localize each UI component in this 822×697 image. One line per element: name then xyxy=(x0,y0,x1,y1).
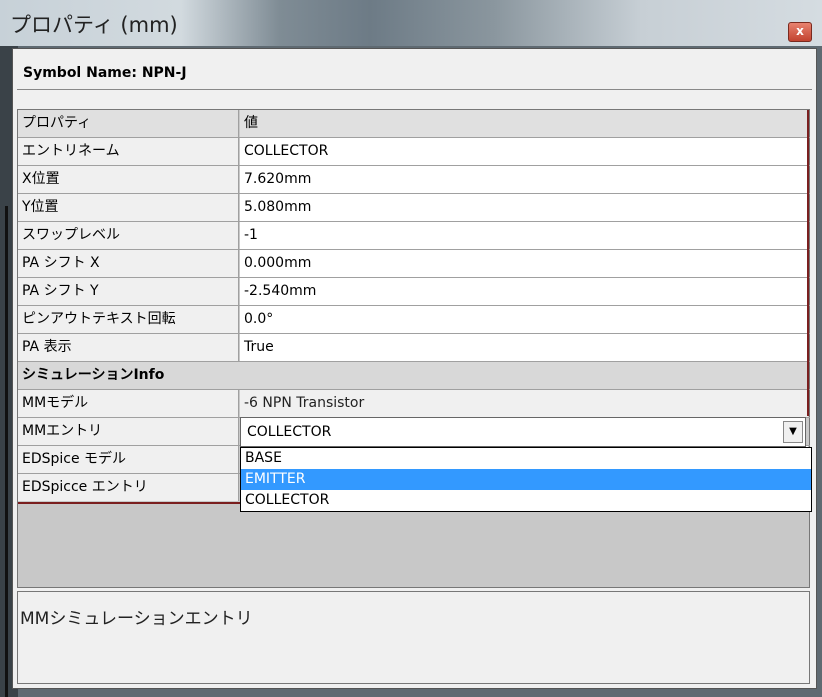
symbol-name-label: Symbol Name: NPN-J xyxy=(23,65,187,81)
property-value[interactable]: -1 xyxy=(240,222,808,249)
property-row-pa-shift-x[interactable]: PA シフト X 0.000mm xyxy=(18,250,810,278)
property-name: EDSpice モデル xyxy=(18,446,239,473)
property-name: ピンアウトテキスト回転 xyxy=(18,306,239,333)
property-name: MMモデル xyxy=(18,390,239,417)
property-row-pinout-rotation[interactable]: ピンアウトテキスト回転 0.0° xyxy=(18,306,810,334)
property-name: PA シフト X xyxy=(18,250,239,277)
property-grid: プロパティ 値 エントリネーム COLLECTOR X位置 7.620mm Y位… xyxy=(17,109,812,588)
description-text: MMシミュレーションエントリ xyxy=(20,609,253,629)
property-value[interactable]: 5.080mm xyxy=(240,194,808,221)
chevron-down-icon: ▼ xyxy=(789,426,797,437)
grid-bottom-border xyxy=(18,502,240,504)
properties-panel: Symbol Name: NPN-J プロパティ 値 エントリネーム COLLE… xyxy=(12,48,817,689)
section-label: シミュレーションInfo xyxy=(18,362,808,389)
combobox-dropdown-button[interactable]: ▼ xyxy=(783,421,803,443)
header-property: プロパティ xyxy=(18,110,239,137)
grid-header: プロパティ 値 xyxy=(18,110,810,138)
property-value[interactable]: -6 NPN Transistor xyxy=(240,390,808,417)
section-simulation-info: シミュレーションInfo xyxy=(18,362,810,390)
property-row-pa-display[interactable]: PA 表示 True xyxy=(18,334,810,362)
dropdown-option-emitter[interactable]: EMITTER xyxy=(241,469,811,490)
property-value[interactable]: 0.0° xyxy=(240,306,808,333)
property-value[interactable]: -2.540mm xyxy=(240,278,808,305)
property-value[interactable]: 0.000mm xyxy=(240,250,808,277)
properties-window: プロパティ (mm) x Symbol Name: NPN-J プロパティ 値 … xyxy=(0,0,822,697)
property-value[interactable]: True xyxy=(240,334,808,361)
grid-right-border xyxy=(807,110,809,416)
property-row-x-position[interactable]: X位置 7.620mm xyxy=(18,166,810,194)
property-name: EDSpicce エントリ xyxy=(18,474,239,501)
divider xyxy=(17,89,812,90)
property-row-pa-shift-y[interactable]: PA シフト Y -2.540mm xyxy=(18,278,810,306)
property-row-swap-level[interactable]: スワップレベル -1 xyxy=(18,222,810,250)
description-panel: MMシミュレーションエントリ xyxy=(17,591,810,684)
property-name: Y位置 xyxy=(18,194,239,221)
close-icon: x xyxy=(796,24,804,38)
property-row-mm-model[interactable]: MMモデル -6 NPN Transistor xyxy=(18,390,810,418)
property-name: MMエントリ xyxy=(18,418,239,445)
property-name: スワップレベル xyxy=(18,222,239,249)
combobox-value: COLLECTOR xyxy=(247,424,332,440)
frame-edge xyxy=(5,206,8,697)
dropdown-option-base[interactable]: BASE xyxy=(241,448,811,469)
property-row-entry-name[interactable]: エントリネーム COLLECTOR xyxy=(18,138,810,166)
close-button[interactable]: x xyxy=(788,22,812,42)
property-value[interactable]: COLLECTOR xyxy=(240,138,808,165)
header-value: 値 xyxy=(240,110,808,137)
property-value[interactable]: 7.620mm xyxy=(240,166,808,193)
property-row-y-position[interactable]: Y位置 5.080mm xyxy=(18,194,810,222)
mm-entry-combobox[interactable]: COLLECTOR ▼ xyxy=(240,417,806,447)
property-name: PA シフト Y xyxy=(18,278,239,305)
title-bar[interactable]: プロパティ (mm) x xyxy=(0,0,822,46)
property-name: PA 表示 xyxy=(18,334,239,361)
window-title: プロパティ (mm) xyxy=(10,13,178,37)
property-name: エントリネーム xyxy=(18,138,239,165)
mm-entry-dropdown-list: BASE EMITTER COLLECTOR xyxy=(240,447,812,512)
dropdown-option-collector[interactable]: COLLECTOR xyxy=(241,490,811,511)
property-name: X位置 xyxy=(18,166,239,193)
